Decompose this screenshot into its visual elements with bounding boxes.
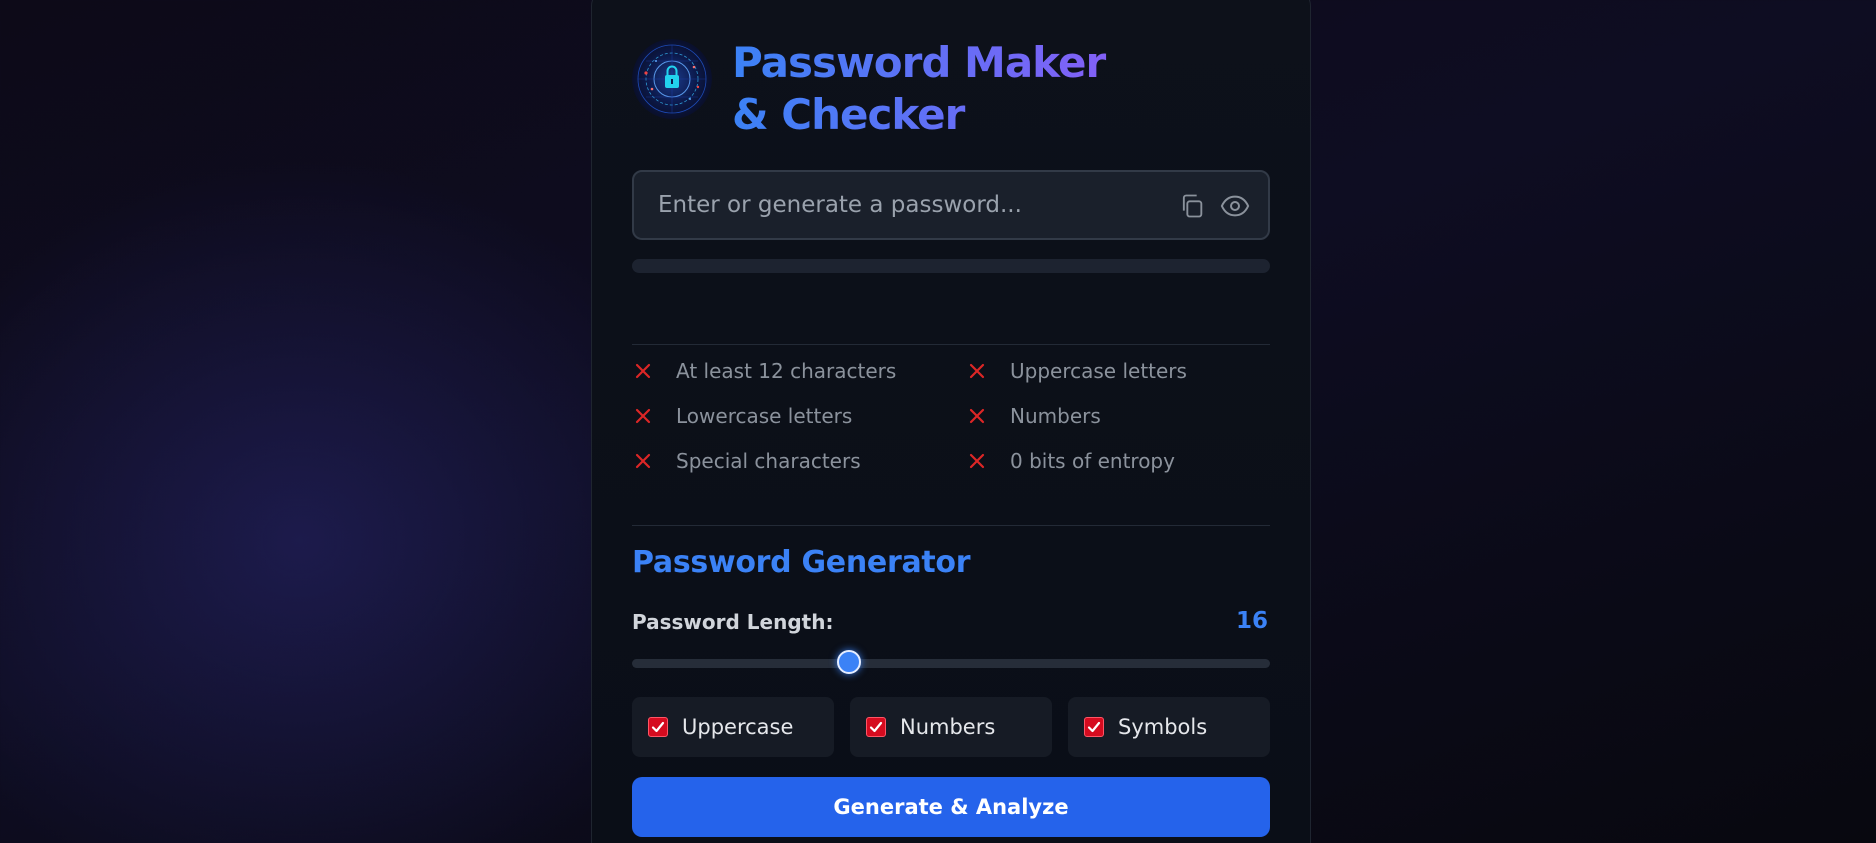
- length-slider[interactable]: [632, 650, 1270, 674]
- x-icon: [632, 450, 654, 472]
- check-label: Lowercase letters: [676, 404, 853, 428]
- check-numbers: Numbers: [966, 401, 1101, 431]
- page-title: Password Maker & Checker: [732, 37, 1152, 141]
- main-card: Password Maker & Checker At least 12 cha…: [591, 0, 1311, 843]
- generate-button[interactable]: Generate & Analyze: [632, 777, 1270, 837]
- check-label: Special characters: [676, 449, 861, 473]
- check-label: At least 12 characters: [676, 359, 897, 383]
- header: Password Maker & Checker: [632, 37, 1152, 141]
- option-uppercase[interactable]: Uppercase: [632, 697, 834, 757]
- check-label: Numbers: [1010, 404, 1101, 428]
- strength-meter: [632, 259, 1270, 273]
- divider: [632, 525, 1270, 526]
- password-field: [632, 170, 1270, 240]
- uppercase-checkbox[interactable]: [648, 717, 668, 737]
- check-special: Special characters: [632, 446, 861, 476]
- x-icon: [966, 450, 988, 472]
- lock-globe-logo: [632, 39, 712, 119]
- option-symbols[interactable]: Symbols: [1068, 697, 1270, 757]
- x-icon: [966, 360, 988, 382]
- generator-title: Password Generator: [632, 545, 971, 580]
- check-lowercase: Lowercase letters: [632, 401, 852, 431]
- length-slider-thumb[interactable]: [836, 650, 861, 674]
- x-icon: [632, 405, 654, 427]
- x-icon: [632, 360, 654, 382]
- eye-icon[interactable]: [1220, 191, 1250, 221]
- x-icon: [966, 405, 988, 427]
- option-label: Symbols: [1118, 715, 1208, 739]
- numbers-checkbox[interactable]: [866, 717, 886, 737]
- check-uppercase: Uppercase letters: [966, 356, 1187, 386]
- check-label: Uppercase letters: [1010, 359, 1187, 383]
- check-entropy: 0 bits of entropy: [966, 446, 1175, 476]
- length-label: Password Length:: [632, 610, 834, 634]
- option-label: Numbers: [900, 715, 996, 739]
- divider: [632, 344, 1270, 345]
- symbols-checkbox[interactable]: [1084, 717, 1104, 737]
- password-input[interactable]: [658, 172, 1158, 238]
- option-numbers[interactable]: Numbers: [850, 697, 1052, 757]
- copy-icon[interactable]: [1177, 191, 1207, 221]
- option-label: Uppercase: [682, 715, 794, 739]
- check-length: At least 12 characters: [632, 356, 896, 386]
- check-label: 0 bits of entropy: [1010, 449, 1175, 473]
- length-value: 16: [1235, 608, 1268, 634]
